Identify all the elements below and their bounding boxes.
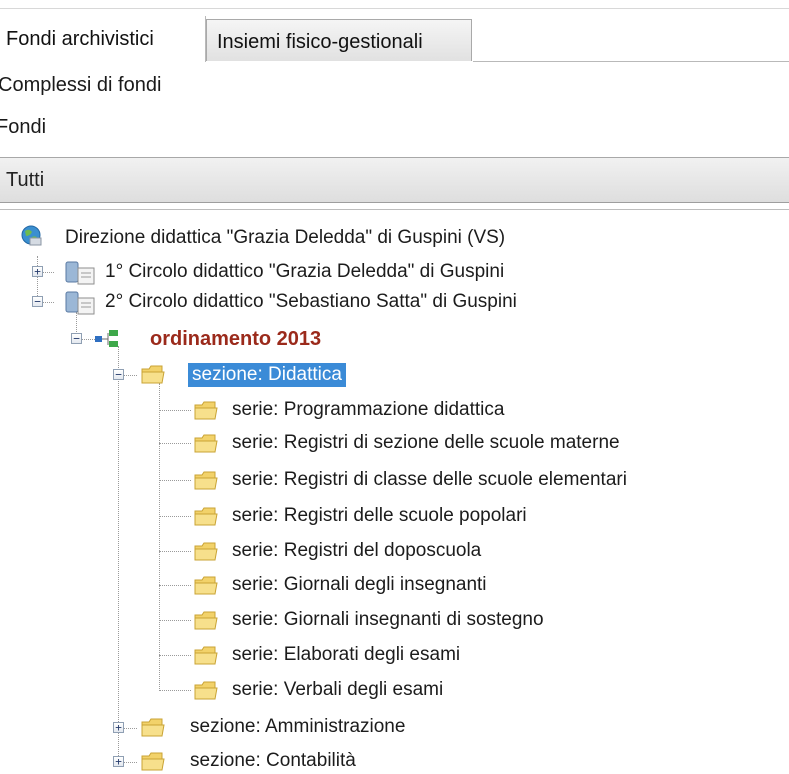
tree-line	[159, 655, 191, 656]
tree-node-serie[interactable]: serie: Elaborati degli esami	[232, 643, 460, 667]
tree-line	[81, 339, 95, 340]
tree-node-circolo-2[interactable]: 2° Circolo didattico "Sebastiano Satta" …	[105, 290, 517, 314]
tree-line	[159, 690, 191, 691]
globe-icon	[21, 225, 42, 246]
database-icon	[65, 291, 95, 315]
folder-icon	[194, 434, 218, 453]
collapse-toggle[interactable]: −	[71, 333, 82, 344]
folder-icon	[194, 542, 218, 561]
tree-node-ordinamento[interactable]: ordinamento 2013	[150, 327, 321, 351]
tree-line	[118, 346, 119, 764]
folder-icon	[194, 611, 218, 630]
tree-line	[123, 375, 137, 376]
expand-toggle[interactable]: +	[113, 756, 124, 767]
archive-tree: Direzione didattica "Grazia Deledda" di …	[0, 0, 789, 774]
tree-line	[42, 302, 54, 303]
tree-node-serie[interactable]: serie: Giornali insegnanti di sostegno	[232, 608, 544, 632]
tree-line	[159, 443, 191, 444]
tree-line	[42, 272, 54, 273]
tree-root-label[interactable]: Direzione didattica "Grazia Deledda" di …	[65, 226, 505, 250]
database-icon	[65, 261, 95, 285]
collapse-toggle[interactable]: −	[32, 296, 43, 307]
tree-line	[159, 585, 191, 586]
tree-node-sezione-contabilita[interactable]: sezione: Contabilità	[190, 749, 356, 773]
tree-node-serie[interactable]: serie: Verbali degli esami	[232, 678, 443, 702]
folder-icon	[141, 752, 165, 771]
tree-line	[159, 480, 191, 481]
tree-node-serie[interactable]: serie: Programmazione didattica	[232, 398, 504, 422]
tree-node-serie[interactable]: serie: Registri di sezione delle scuole …	[232, 431, 620, 455]
folder-icon	[194, 471, 218, 490]
expand-toggle[interactable]: +	[32, 266, 43, 277]
tree-node-circolo-1[interactable]: 1° Circolo didattico "Grazia Deledda" di…	[105, 260, 504, 284]
tree-node-serie[interactable]: serie: Registri delle scuole popolari	[232, 504, 527, 528]
tree-line	[159, 551, 191, 552]
collapse-toggle[interactable]: −	[113, 369, 124, 380]
tree-line	[159, 383, 160, 691]
tree-line	[123, 728, 137, 729]
folder-icon	[194, 576, 218, 595]
tree-line	[159, 620, 191, 621]
folder-icon	[194, 507, 218, 526]
tree-line	[159, 410, 191, 411]
hierarchy-icon	[95, 330, 118, 347]
folder-icon	[194, 401, 218, 420]
tree-node-serie[interactable]: serie: Registri del doposcuola	[232, 539, 481, 563]
tree-line	[123, 762, 137, 763]
expand-toggle[interactable]: +	[113, 722, 124, 733]
folder-icon	[194, 646, 218, 665]
tree-line	[159, 516, 191, 517]
folder-icon	[194, 681, 218, 700]
folder-icon	[141, 718, 165, 737]
tree-node-serie[interactable]: serie: Registri di classe delle scuole e…	[232, 468, 627, 492]
tree-node-sezione-didattica[interactable]: sezione: Didattica	[188, 363, 346, 387]
folder-icon	[141, 365, 165, 384]
tree-node-sezione-amministrazione[interactable]: sezione: Amministrazione	[190, 715, 405, 739]
tree-node-serie[interactable]: serie: Giornali degli insegnanti	[232, 573, 487, 597]
